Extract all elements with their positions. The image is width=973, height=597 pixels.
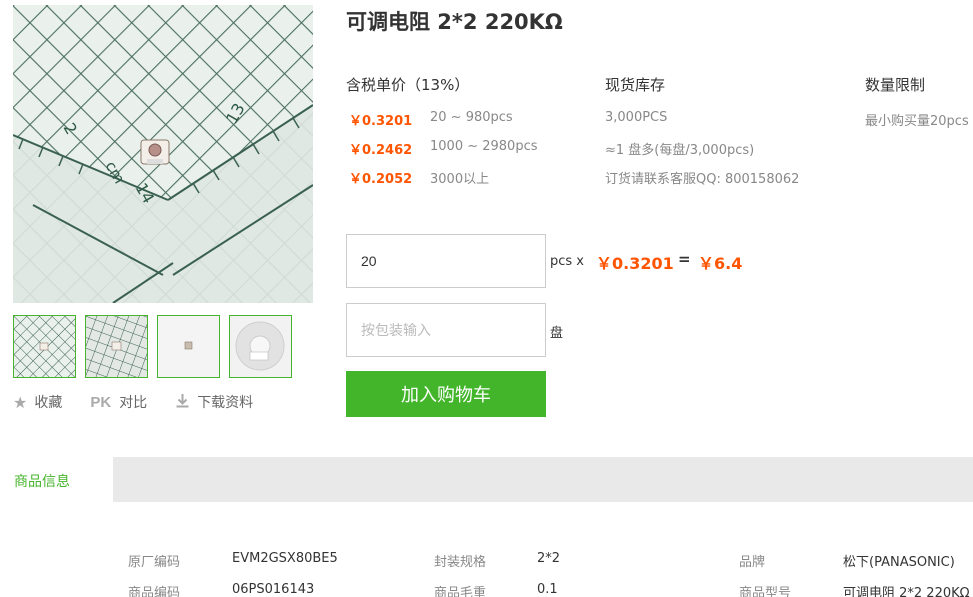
spec-label: 商品毛重 <box>434 586 487 597</box>
download-label: 下载资料 <box>197 395 254 411</box>
tier-range: 1000 ~ 2980pcs <box>430 139 538 154</box>
pk-badge: PK <box>90 393 112 411</box>
spec-label: 品牌 <box>739 555 766 570</box>
spec-value: EVM2GSX80BE5 <box>232 551 338 566</box>
min-purchase: 最小购买量20pcs <box>865 114 969 129</box>
compare-label: 对比 <box>119 395 148 411</box>
thumbnail-4[interactable] <box>229 315 292 378</box>
thumbnail-strip <box>13 315 292 378</box>
tier-range: 20 ~ 980pcs <box>430 110 513 125</box>
product-title: 可调电阻 2*2 220KΩ <box>346 10 563 34</box>
unit-price: ￥0.3201 <box>596 254 674 273</box>
spec-value: 2*2 <box>537 551 561 566</box>
tier-price: ￥0.3201 <box>349 114 413 129</box>
total-price: ￥6.4 <box>698 254 743 273</box>
reel-unit: 盘 <box>550 326 564 341</box>
stock-quantity: 3,000PCS <box>605 110 668 125</box>
favorite-label: 收藏 <box>34 395 63 411</box>
quantity-input[interactable] <box>346 234 546 288</box>
spec-value: 松下(PANASONIC) <box>843 555 955 570</box>
spec-label: 商品编码 <box>128 586 181 597</box>
stock-contact: 订货请联系客服QQ: 800158062 <box>605 172 800 187</box>
download-icon <box>175 393 190 412</box>
stock-reel-info: ≈1 盘多(每盘/3,000pcs) <box>605 143 755 158</box>
favorite-action[interactable]: ★ 收藏 <box>13 392 62 412</box>
tier-range: 3000以上 <box>430 172 490 187</box>
price-column-head: 含税单价（13%） <box>346 76 470 94</box>
tier-price: ￥0.2052 <box>349 172 413 187</box>
pcs-unit: pcs x <box>550 254 584 269</box>
reel-input[interactable] <box>346 303 546 357</box>
limit-column-head: 数量限制 <box>865 76 926 94</box>
download-action[interactable]: 下载资料 <box>175 392 253 412</box>
spec-label: 商品型号 <box>739 586 792 597</box>
product-actions: ★ 收藏 PK 对比 下载资料 <box>13 392 281 412</box>
spec-value: 06PS016143 <box>232 582 315 597</box>
thumbnail-3[interactable] <box>157 315 220 378</box>
spec-label: 原厂编码 <box>128 555 181 570</box>
add-to-cart-button[interactable]: 加入购物车 <box>346 371 546 417</box>
tier-price: ￥0.2462 <box>349 143 413 158</box>
star-icon: ★ <box>13 392 28 412</box>
equals-sign: = <box>678 250 691 268</box>
tab-bar: 商品信息 <box>0 457 973 502</box>
compare-action[interactable]: PK 对比 <box>90 392 147 412</box>
thumbnail-2[interactable] <box>85 315 148 378</box>
tab-product-info[interactable]: 商品信息 <box>0 457 113 502</box>
stock-column-head: 现货库存 <box>605 76 666 94</box>
product-main-image: 2 13 14 cm <box>13 5 313 303</box>
thumbnail-1[interactable] <box>13 315 76 378</box>
spec-label: 封装规格 <box>434 555 487 570</box>
spec-value: 可调电阻 2*2 220KΩ <box>843 586 970 597</box>
spec-value: 0.1 <box>537 582 558 597</box>
